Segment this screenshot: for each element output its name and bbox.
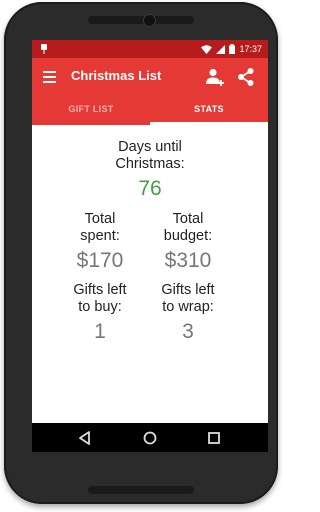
app-bar: Christmas List xyxy=(32,58,268,96)
status-time: 17:37 xyxy=(239,44,262,54)
buy-label: Gifts left to buy: xyxy=(73,282,127,315)
add-person-icon[interactable] xyxy=(205,67,225,87)
days-until-christmas: Days until Christmas: 76 xyxy=(90,139,210,201)
front-camera xyxy=(143,14,156,27)
battery-icon xyxy=(229,44,236,54)
spent-value: $170 xyxy=(76,249,124,272)
total-spent: Total spent: $170 xyxy=(60,211,140,273)
budget-label: Total budget: xyxy=(163,211,213,244)
top-speaker xyxy=(88,16,194,24)
tab-stats[interactable]: STATS xyxy=(150,96,268,125)
days-label: Days until Christmas: xyxy=(115,139,185,172)
wifi-icon xyxy=(201,44,213,54)
tab-gift-list[interactable]: GIFT LIST xyxy=(32,96,150,125)
back-icon[interactable] xyxy=(76,429,94,447)
home-icon[interactable] xyxy=(141,429,159,447)
buy-value: 1 xyxy=(94,320,106,343)
hamburger-menu-icon[interactable] xyxy=(42,70,58,84)
wrap-value: 3 xyxy=(182,320,194,343)
total-budget: Total budget: $310 xyxy=(148,211,228,273)
signal-icon xyxy=(216,44,226,54)
bottom-speaker xyxy=(88,486,194,494)
notification-icon xyxy=(41,44,47,54)
recents-icon[interactable] xyxy=(205,429,223,447)
stats-panel: Days until Christmas: 76 Total spent: $1… xyxy=(32,125,268,423)
status-bar: 17:37 xyxy=(32,40,268,58)
status-icons: 17:37 xyxy=(201,40,262,58)
navigation-bar xyxy=(32,423,268,452)
wrap-label: Gifts left to wrap: xyxy=(161,282,215,315)
spent-label: Total spent: xyxy=(80,211,120,244)
days-value: 76 xyxy=(138,177,162,200)
share-icon[interactable] xyxy=(237,67,255,87)
budget-value: $310 xyxy=(164,249,212,272)
tab-bar: GIFT LIST STATS xyxy=(32,96,268,125)
screen: 17:37 Christmas List GIFT LIST STATS Day… xyxy=(32,40,268,452)
gifts-left-to-wrap: Gifts left to wrap: 3 xyxy=(148,282,228,344)
phone-frame: 17:37 Christmas List GIFT LIST STATS Day… xyxy=(4,2,278,504)
app-title: Christmas List xyxy=(71,68,162,83)
gifts-left-to-buy: Gifts left to buy: 1 xyxy=(60,282,140,344)
